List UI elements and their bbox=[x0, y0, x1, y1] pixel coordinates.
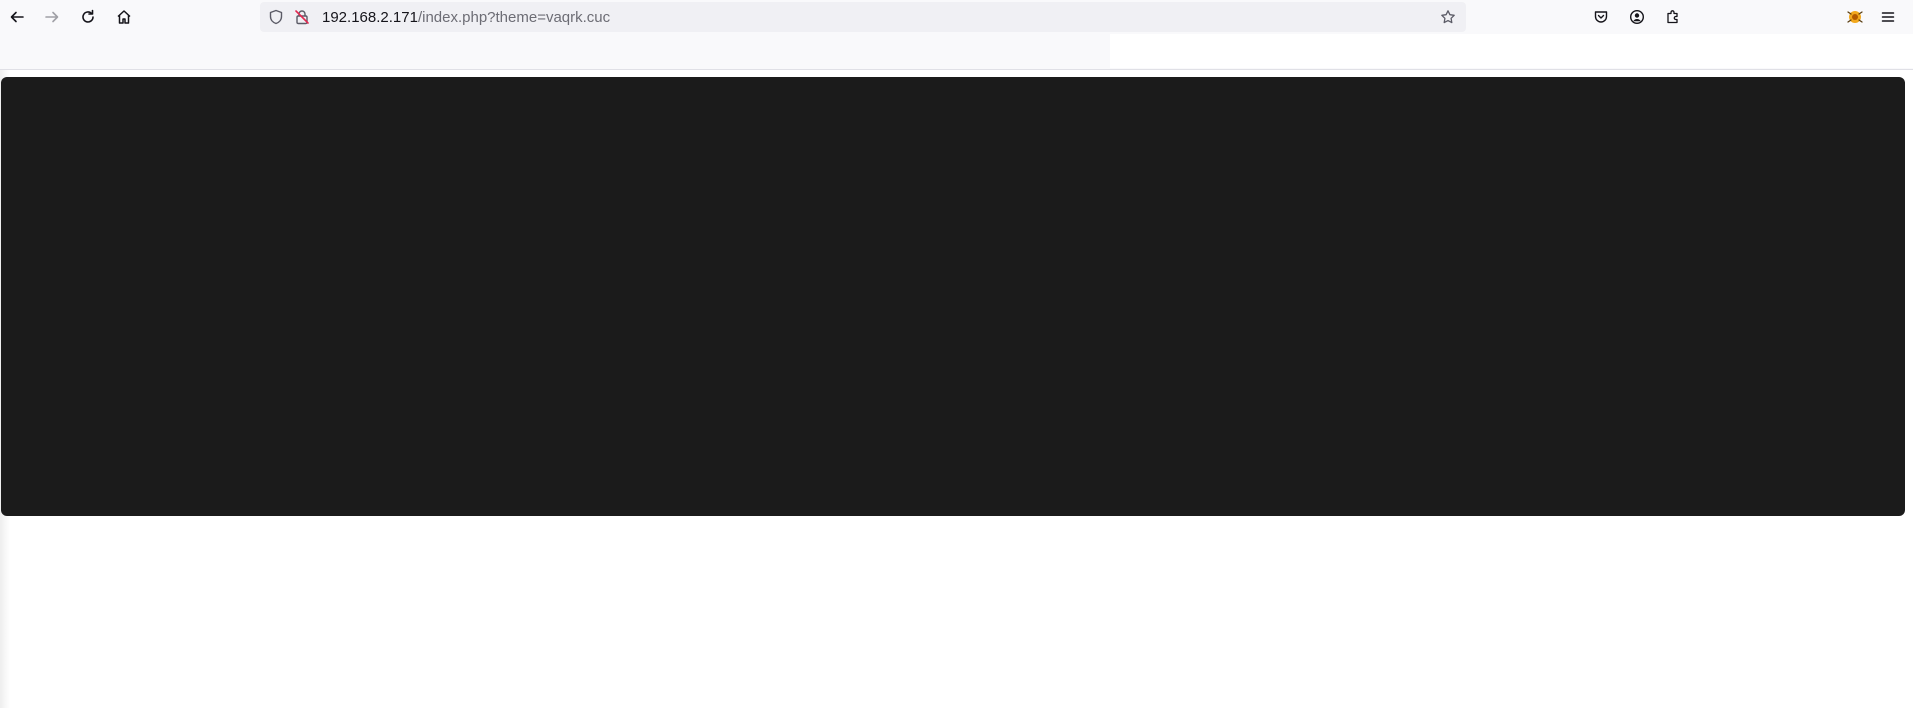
back-button[interactable] bbox=[5, 5, 29, 29]
home-icon bbox=[117, 10, 131, 24]
secondary-toolbar-right bbox=[1110, 34, 1913, 68]
extension-button[interactable] bbox=[1844, 6, 1866, 28]
extensions-button[interactable] bbox=[1661, 5, 1685, 29]
url-host: 192.168.2.171 bbox=[322, 9, 418, 26]
url-text[interactable]: 192.168.2.171/index.php?theme=vaqrk.cuc bbox=[322, 10, 610, 26]
url-bar[interactable]: 192.168.2.171/index.php?theme=vaqrk.cuc bbox=[260, 2, 1466, 32]
pocket-icon bbox=[1594, 11, 1608, 23]
reload-icon bbox=[82, 9, 94, 23]
arrow-left-icon bbox=[10, 11, 24, 23]
home-button[interactable] bbox=[112, 5, 136, 29]
dark-panel bbox=[1, 77, 1905, 516]
arrow-right-icon bbox=[45, 11, 59, 23]
pocket-button[interactable] bbox=[1589, 5, 1613, 29]
reload-button[interactable] bbox=[76, 5, 100, 29]
browser-toolbar: 192.168.2.171/index.php?theme=vaqrk.cuc bbox=[0, 0, 1913, 34]
puzzle-icon bbox=[1667, 10, 1678, 24]
hamburger-menu-icon bbox=[1881, 12, 1895, 22]
forward-button[interactable] bbox=[40, 5, 64, 29]
menu-button[interactable] bbox=[1876, 5, 1900, 29]
account-icon bbox=[1629, 9, 1645, 25]
url-path: /index.php?theme=vaqrk.cuc bbox=[417, 9, 611, 26]
extension-icon bbox=[1847, 11, 1863, 23]
insecure-lock-icon[interactable] bbox=[294, 9, 310, 25]
account-button[interactable] bbox=[1625, 5, 1649, 29]
shield-icon[interactable] bbox=[268, 9, 284, 25]
star-icon[interactable] bbox=[1440, 9, 1456, 25]
